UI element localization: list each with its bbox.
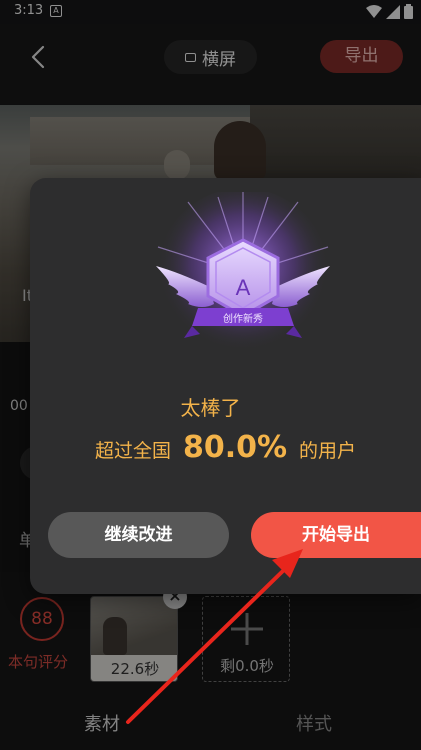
stat-suffix: 的用户 [299, 440, 357, 462]
start-export-button[interactable]: 开始导出 [251, 512, 421, 558]
achievement-dialog: A 创作新秀 太棒了 超过全国 80.0% 的用户 继续改进 开始导出 [30, 178, 421, 594]
dialog-stat: 超过全国 80.0% 的用户 [30, 430, 421, 465]
dialog-title: 太棒了 [180, 396, 241, 420]
badge-ribbon-text: 创作新秀 [223, 312, 263, 325]
stat-prefix: 超过全国 [94, 440, 171, 462]
achievement-badge-icon: A 创作新秀 [156, 192, 330, 360]
continue-improving-button[interactable]: 继续改进 [48, 512, 229, 558]
badge-letter: A [236, 275, 251, 300]
stat-percent: 80.0% [182, 430, 288, 465]
app-screen: 3:13 A 横屏 导出 It 00 单 88 本句评分 22.6秒 × 剩0.… [0, 0, 421, 750]
